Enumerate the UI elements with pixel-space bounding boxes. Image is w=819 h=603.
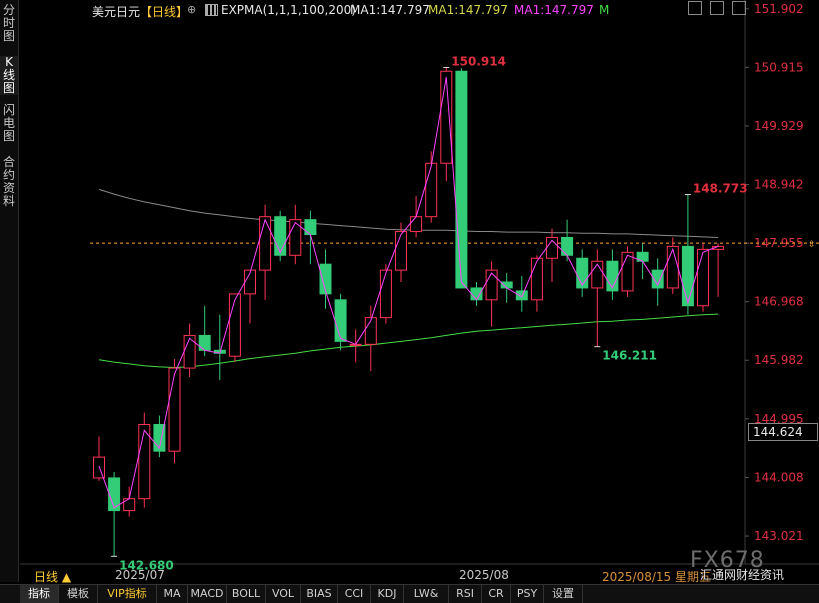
caret-up-icon: ▲ xyxy=(61,570,72,584)
candle-body xyxy=(93,456,105,479)
indicator-label: EXPMA(1,1,1,100,200) xyxy=(221,3,356,17)
y-tick-label: 146.968 xyxy=(754,295,804,309)
period-selector[interactable]: 日线 ▲ xyxy=(34,568,71,585)
x-tick-label: 2025/07 xyxy=(115,568,165,582)
candle-body xyxy=(455,70,468,289)
reference-arrow-icon: ⇳ xyxy=(808,240,816,250)
tab-macd[interactable]: MACD xyxy=(188,585,227,603)
split-icon[interactable] xyxy=(710,1,724,15)
y-tick-label: 149.929 xyxy=(754,119,804,133)
ma-value-2: MA1:147.797 xyxy=(428,3,508,17)
x-tick-label: 2025/08 xyxy=(459,568,509,582)
candle-body xyxy=(304,219,317,236)
y-tick-label: 150.915 xyxy=(754,60,804,74)
expand-icon[interactable] xyxy=(688,1,702,15)
period-selector-label: 日线 xyxy=(34,570,59,584)
candle-body xyxy=(274,216,287,256)
y-tick-label: 144.008 xyxy=(754,470,804,484)
site-watermark: 汇通网财经资讯 xyxy=(700,568,785,582)
candle-body xyxy=(334,299,347,342)
tab-cr[interactable]: CR xyxy=(482,585,511,603)
tab-bias[interactable]: BIAS xyxy=(301,585,338,603)
candle-body xyxy=(591,260,604,289)
candle-body xyxy=(168,367,181,452)
candle-body xyxy=(515,290,528,301)
tab-settings[interactable]: 设置 xyxy=(544,585,583,603)
tab-lw[interactable]: LW& xyxy=(404,585,449,603)
settings-icon[interactable]: ⊕ xyxy=(187,3,196,16)
candle-body xyxy=(425,162,438,218)
maximize-icon[interactable] xyxy=(732,1,746,15)
ma-m-label: M xyxy=(599,3,610,17)
candle-body xyxy=(379,269,392,319)
tab-cci[interactable]: CCI xyxy=(338,585,371,603)
indicator-tab-bar: 指标 模板 VIP指标 MA MACD BOLL VOL BIAS CCI KD… xyxy=(0,584,819,603)
candle-body xyxy=(666,245,679,289)
candle-body xyxy=(259,216,272,271)
chart-legend: 美元日元 【日线】 ⊕ EXPMA(1,1,1,100,200) MA1:147… xyxy=(20,0,750,20)
candle-body xyxy=(697,248,709,307)
candle-body xyxy=(576,257,589,289)
ma-value-3: MA1:147.797 xyxy=(514,3,594,17)
candle-body xyxy=(606,260,619,292)
ma-mid-line xyxy=(98,188,719,238)
y-tick-label: 148.942 xyxy=(754,178,804,192)
tab-boll[interactable]: BOLL xyxy=(227,585,266,603)
candle-body xyxy=(228,293,241,357)
tab-vip-indicators[interactable]: VIP指标 xyxy=(98,585,157,603)
high-annotation: 150.914 xyxy=(451,54,506,68)
candle-body xyxy=(530,257,543,301)
candle-body xyxy=(364,317,377,345)
y-tick-label: 147.955 xyxy=(754,236,804,250)
period-name: 【日线】 xyxy=(140,5,189,19)
ma-fast-line xyxy=(98,77,719,509)
candle-body xyxy=(681,245,694,307)
y-tick-label: 145.982 xyxy=(754,353,804,367)
current-price-tag: 144.624 xyxy=(748,423,818,441)
recent-low-annotation: 146.211 xyxy=(602,349,657,363)
tab-rsi[interactable]: RSI xyxy=(449,585,482,603)
candle-body xyxy=(500,281,513,289)
symbol-name: 美元日元 xyxy=(92,5,141,19)
y-tick-label: 143.021 xyxy=(754,529,804,543)
tab-ma[interactable]: MA xyxy=(157,585,188,603)
candle-body xyxy=(183,334,196,369)
tab-indicators[interactable]: 指标 xyxy=(20,585,59,603)
tab-vol[interactable]: VOL xyxy=(266,585,301,603)
candle-body xyxy=(440,70,453,164)
candlestick-chart[interactable]: 151.902 150.915 149.929 148.942 147.955 146.9… xyxy=(0,0,819,602)
ma-value-1: MA1:147.797 xyxy=(350,3,430,17)
tab-psy[interactable]: PSY xyxy=(511,585,544,603)
y-tick-label: 151.902 xyxy=(754,2,804,16)
candle-body xyxy=(485,269,498,301)
tab-kdj[interactable]: KDJ xyxy=(371,585,404,603)
candle-body xyxy=(561,236,574,256)
recent-high-annotation: 148.773 xyxy=(693,182,748,196)
candle-body xyxy=(410,216,423,233)
candle-body xyxy=(621,251,634,292)
indicator-toggle-icon[interactable] xyxy=(205,4,218,16)
tab-templates[interactable]: 模板 xyxy=(59,585,98,603)
candle-body xyxy=(198,334,211,351)
candle-body xyxy=(395,231,407,271)
